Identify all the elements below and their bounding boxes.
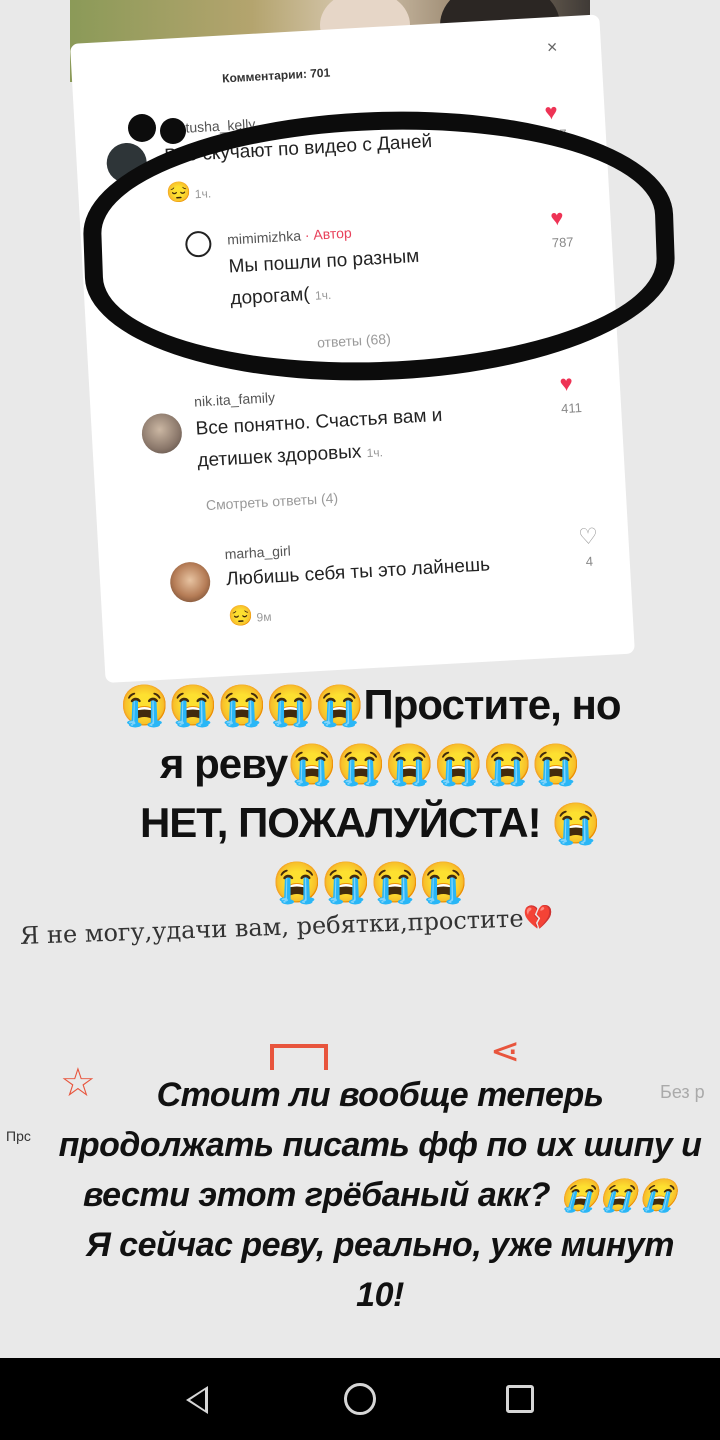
marker-dot bbox=[128, 114, 156, 142]
view-replies-link[interactable]: Смотреть ответы (4) bbox=[206, 490, 339, 513]
bookmark-icon bbox=[270, 1044, 328, 1070]
question-line-1: Стоит ли вообще теперь bbox=[156, 1076, 604, 1114]
overlay-line-1: 😭😭😭😭😭Простите, но bbox=[30, 676, 710, 735]
comment-text-line-2: детишек здоровых bbox=[196, 441, 362, 472]
close-icon[interactable]: × bbox=[546, 37, 558, 59]
comment-time: 9м bbox=[256, 609, 272, 625]
avatar[interactable] bbox=[169, 561, 212, 604]
story-text-overlay: 😭😭😭😭😭Простите, но я реву😭😭😭😭😭😭 НЕТ, ПОЖА… bbox=[30, 676, 710, 912]
back-icon-inner bbox=[190, 1390, 205, 1410]
crying-emoji-group: 😭😭😭😭😭😭 bbox=[287, 743, 581, 787]
comment-username[interactable]: marha_girl bbox=[224, 542, 291, 562]
android-navigation-bar bbox=[0, 1358, 720, 1440]
heart-filled-icon[interactable]: ♥ bbox=[559, 370, 573, 396]
heart-outline-icon[interactable]: ♡ bbox=[578, 523, 599, 549]
overlay-text: НЕТ, ПОЖАЛУЙСТА! bbox=[139, 799, 552, 846]
overlay-text: я реву bbox=[159, 740, 288, 787]
comment-username[interactable]: nik.ita_family bbox=[194, 389, 276, 409]
overlay-line-3: НЕТ, ПОЖАЛУЙСТА! 😭 bbox=[30, 794, 710, 853]
overlay-line-2: я реву😭😭😭😭😭😭 bbox=[30, 735, 710, 794]
avatar[interactable] bbox=[140, 412, 183, 455]
crying-emoji-group: 😭😭😭😭 bbox=[272, 861, 468, 905]
comment-text: Все понятно. Счастья вам и детишек здоро… bbox=[195, 400, 445, 479]
comment-item: marha_girl Любишь себя ты это лайнешь 😔 … bbox=[128, 523, 599, 628]
marker-dot bbox=[160, 118, 186, 144]
question-line-5: 10! bbox=[356, 1276, 404, 1314]
comments-count-header: Комментарии: 701 bbox=[221, 65, 331, 86]
heart-filled-icon[interactable]: ♥ bbox=[544, 99, 558, 125]
recent-apps-icon[interactable] bbox=[506, 1385, 534, 1413]
crying-emoji-group: 😭😭😭😭😭 bbox=[119, 684, 364, 728]
comment-meta: 😔 9м bbox=[228, 602, 273, 629]
comment-time: 1ч. bbox=[366, 445, 384, 461]
home-icon[interactable] bbox=[344, 1383, 376, 1415]
background-label: Прс bbox=[6, 1128, 31, 1144]
question-line-2: продолжать писать фф по их шипу и bbox=[58, 1126, 702, 1164]
crying-emoji: 😭 bbox=[551, 802, 601, 846]
question-text: вести этот грёбаный акк? bbox=[82, 1176, 559, 1214]
overlay-text: Простите, но bbox=[363, 681, 622, 728]
question-line-3: вести этот грёбаный акк? 😭😭😭 bbox=[40, 1170, 720, 1220]
share-icon: ⋖ bbox=[490, 1030, 521, 1071]
sad-face-emoji: 😔 bbox=[227, 604, 254, 629]
question-line-4: Я сейчас реву, реально, уже минут bbox=[85, 1226, 675, 1264]
story-question-text: Стоит ли вообще теперь продолжать писать… bbox=[40, 1070, 720, 1320]
crying-emoji-group: 😭😭😭 bbox=[559, 1177, 678, 1213]
like-count: 4 bbox=[585, 553, 594, 570]
like-count: 411 bbox=[560, 400, 583, 417]
